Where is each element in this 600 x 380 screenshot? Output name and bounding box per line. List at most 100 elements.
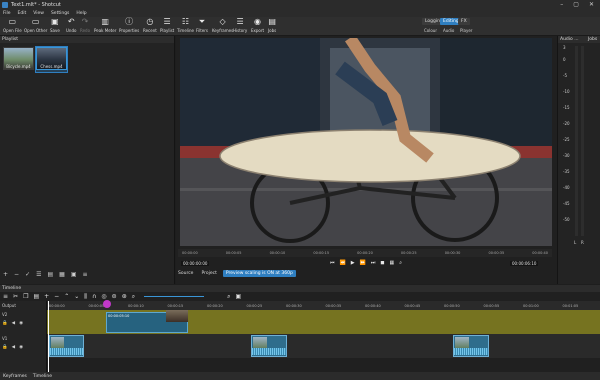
save-button[interactable]: ▣ Save bbox=[50, 18, 60, 34]
export-icon: ◉ bbox=[254, 17, 262, 26]
zoom-fit-icon[interactable]: ▣ bbox=[235, 293, 241, 300]
timeline-ruler-label: 00:00:10 bbox=[128, 304, 144, 308]
timeline-ruler-label: 00:00:40 bbox=[365, 304, 381, 308]
layout-audio-button[interactable]: Audio bbox=[443, 28, 454, 33]
menu-view[interactable]: View bbox=[33, 11, 44, 16]
scrub-icon[interactable]: ◎ bbox=[101, 293, 106, 300]
position-timecode[interactable]: 00:00:00:00 bbox=[181, 261, 210, 266]
minimize-icon[interactable]: – bbox=[560, 1, 563, 8]
append-icon[interactable]: + bbox=[44, 293, 49, 300]
zoom-icon[interactable]: ⌕ bbox=[399, 260, 402, 266]
grid-icon[interactable]: ▦ bbox=[390, 260, 395, 266]
playlist-item-label: Bicycle.mp4 bbox=[6, 64, 31, 69]
split-icon[interactable]: ⫼ bbox=[84, 293, 87, 301]
copy-icon[interactable]: ❐ bbox=[23, 293, 28, 300]
lock-icon[interactable]: 🔒 bbox=[2, 321, 8, 326]
overwrite-icon[interactable]: ⌄ bbox=[74, 293, 79, 300]
playhead[interactable] bbox=[48, 301, 49, 372]
cut-icon[interactable]: ✂ bbox=[13, 293, 18, 300]
check-icon[interactable]: ✓ bbox=[25, 271, 30, 278]
zoom-slider[interactable] bbox=[144, 296, 205, 297]
menu-settings[interactable]: Settings bbox=[51, 11, 69, 16]
close-icon[interactable]: ✕ bbox=[589, 1, 594, 8]
remove-icon[interactable]: − bbox=[14, 271, 19, 278]
audio-peak-tab[interactable]: Audio ... bbox=[560, 37, 579, 42]
fast-forward-icon[interactable]: ⏩ bbox=[360, 260, 366, 266]
remove-icon[interactable]: − bbox=[54, 293, 59, 300]
timeline-ruler-label: 00:00:25 bbox=[246, 304, 263, 308]
timeline-ruler-label: 00:00:50 bbox=[444, 304, 460, 308]
timeline-ruler-label: 00:00:05 bbox=[88, 304, 105, 308]
meter-scale-label: -25 bbox=[563, 137, 570, 142]
lock-icon[interactable]: 🔒 bbox=[2, 345, 8, 350]
track-v1[interactable] bbox=[47, 334, 600, 358]
menu-file[interactable]: File bbox=[3, 11, 11, 16]
paste-icon[interactable]: ▤ bbox=[33, 293, 39, 300]
tab-source[interactable]: Source bbox=[176, 270, 195, 277]
jobs-tab[interactable]: Jobs bbox=[588, 37, 597, 42]
clip-waveform bbox=[454, 348, 488, 355]
mute-icon[interactable]: ◀ bbox=[12, 345, 15, 350]
timeline-menu-icon[interactable]: ≡ bbox=[3, 293, 8, 300]
transport-controls: ⏮ ⏪ ▶ ⏩ ⏭ ◼ ▦ ⌕ bbox=[330, 260, 402, 266]
details-view-icon[interactable]: ▤ bbox=[47, 271, 53, 278]
playlist-button[interactable]: ☰ Playlist bbox=[160, 18, 174, 34]
recent-button[interactable]: ◷ Recent bbox=[143, 18, 157, 34]
undo-button[interactable]: ↶ Undo bbox=[66, 18, 76, 34]
peak-meter-button[interactable]: ▥ Peak Meter bbox=[94, 18, 116, 34]
ripple-all-icon[interactable]: ⊛ bbox=[122, 293, 127, 300]
eye-icon[interactable]: ◉ bbox=[19, 321, 23, 326]
jobs-button[interactable]: ▤ Jobs bbox=[268, 18, 276, 34]
rewind-icon[interactable]: ⏪ bbox=[340, 260, 346, 266]
skip-end-icon[interactable]: ⏭ bbox=[371, 260, 376, 266]
track-name-output: Output bbox=[2, 303, 16, 308]
menu-icon[interactable]: ≡ bbox=[83, 271, 88, 278]
video-preview[interactable] bbox=[180, 38, 552, 246]
playlist-panel: Playlist Bicycle.mp4 Chess.mp4 bbox=[0, 36, 175, 284]
preview-scaling-chip[interactable]: Preview scaling is ON at 360p bbox=[222, 270, 296, 277]
meter-scale-label: -20 bbox=[563, 121, 570, 126]
properties-button[interactable]: ⓘ Properties bbox=[119, 18, 139, 34]
tab-keyframes[interactable]: Keyframes bbox=[3, 374, 27, 379]
menu-help[interactable]: Help bbox=[76, 11, 86, 16]
play-icon[interactable]: ▶ bbox=[351, 260, 355, 266]
open-other-button[interactable]: ▭ Open Other bbox=[24, 18, 47, 34]
tab-project[interactable]: Project bbox=[199, 270, 218, 277]
mute-icon[interactable]: ◀ bbox=[12, 321, 15, 326]
filters-button[interactable]: ⏷ Filters bbox=[196, 18, 208, 34]
layout-colour-button[interactable]: Colour bbox=[424, 28, 437, 33]
cursor-marker[interactable] bbox=[103, 300, 111, 308]
meter-channel-label: R bbox=[581, 240, 584, 245]
keyframes-button[interactable]: ◇ Keyframes bbox=[212, 18, 233, 34]
timeline-button[interactable]: ☷ Timeline bbox=[177, 18, 194, 34]
tab-timeline[interactable]: Timeline bbox=[33, 374, 52, 379]
icons-view-icon[interactable]: ▣ bbox=[71, 271, 77, 278]
export-button[interactable]: ◉ Export bbox=[251, 17, 264, 34]
menu-edit[interactable]: Edit bbox=[18, 11, 27, 16]
tiles-view-icon[interactable]: ▦ bbox=[59, 271, 65, 278]
meter-scale-label: -50 bbox=[563, 217, 570, 222]
history-button[interactable]: ☰ History bbox=[233, 18, 247, 34]
open-file-button[interactable]: ▭ Open File bbox=[3, 18, 22, 34]
viewer-ruler-label: 00:00:30 bbox=[444, 251, 461, 255]
layout-fx-button[interactable]: FX bbox=[458, 18, 470, 25]
redo-button[interactable]: ↷ Redo bbox=[80, 18, 90, 34]
lift-icon[interactable]: ⌃ bbox=[64, 293, 69, 300]
timeline-clip[interactable] bbox=[453, 335, 489, 357]
skip-start-icon[interactable]: ⏮ bbox=[330, 260, 335, 266]
add-icon[interactable]: + bbox=[3, 271, 8, 278]
window-title: Text1.mlt* - Shotcut bbox=[11, 1, 61, 8]
layout-player-button[interactable]: Player bbox=[460, 28, 472, 33]
zoom-in-icon[interactable]: ⌕ bbox=[227, 293, 230, 301]
volume-icon[interactable]: ◼ bbox=[380, 260, 384, 266]
timeline-clip[interactable] bbox=[49, 335, 84, 357]
timeline-ruler[interactable]: 00:00:00 00:00:05 00:00:10 00:00:15 00:00:20… bbox=[47, 301, 600, 310]
eye-icon[interactable]: ◉ bbox=[19, 345, 23, 350]
timeline-clip[interactable] bbox=[251, 335, 287, 357]
ripple-icon[interactable]: ⊜ bbox=[112, 293, 117, 300]
zoom-out-icon[interactable]: ⌕ bbox=[132, 293, 135, 301]
snap-icon[interactable]: ∩ bbox=[92, 293, 96, 300]
update-icon[interactable]: ☰ bbox=[36, 271, 41, 278]
timeline-ruler-label: 00:00:20 bbox=[207, 304, 223, 308]
maximize-icon[interactable]: ▢ bbox=[573, 1, 579, 8]
